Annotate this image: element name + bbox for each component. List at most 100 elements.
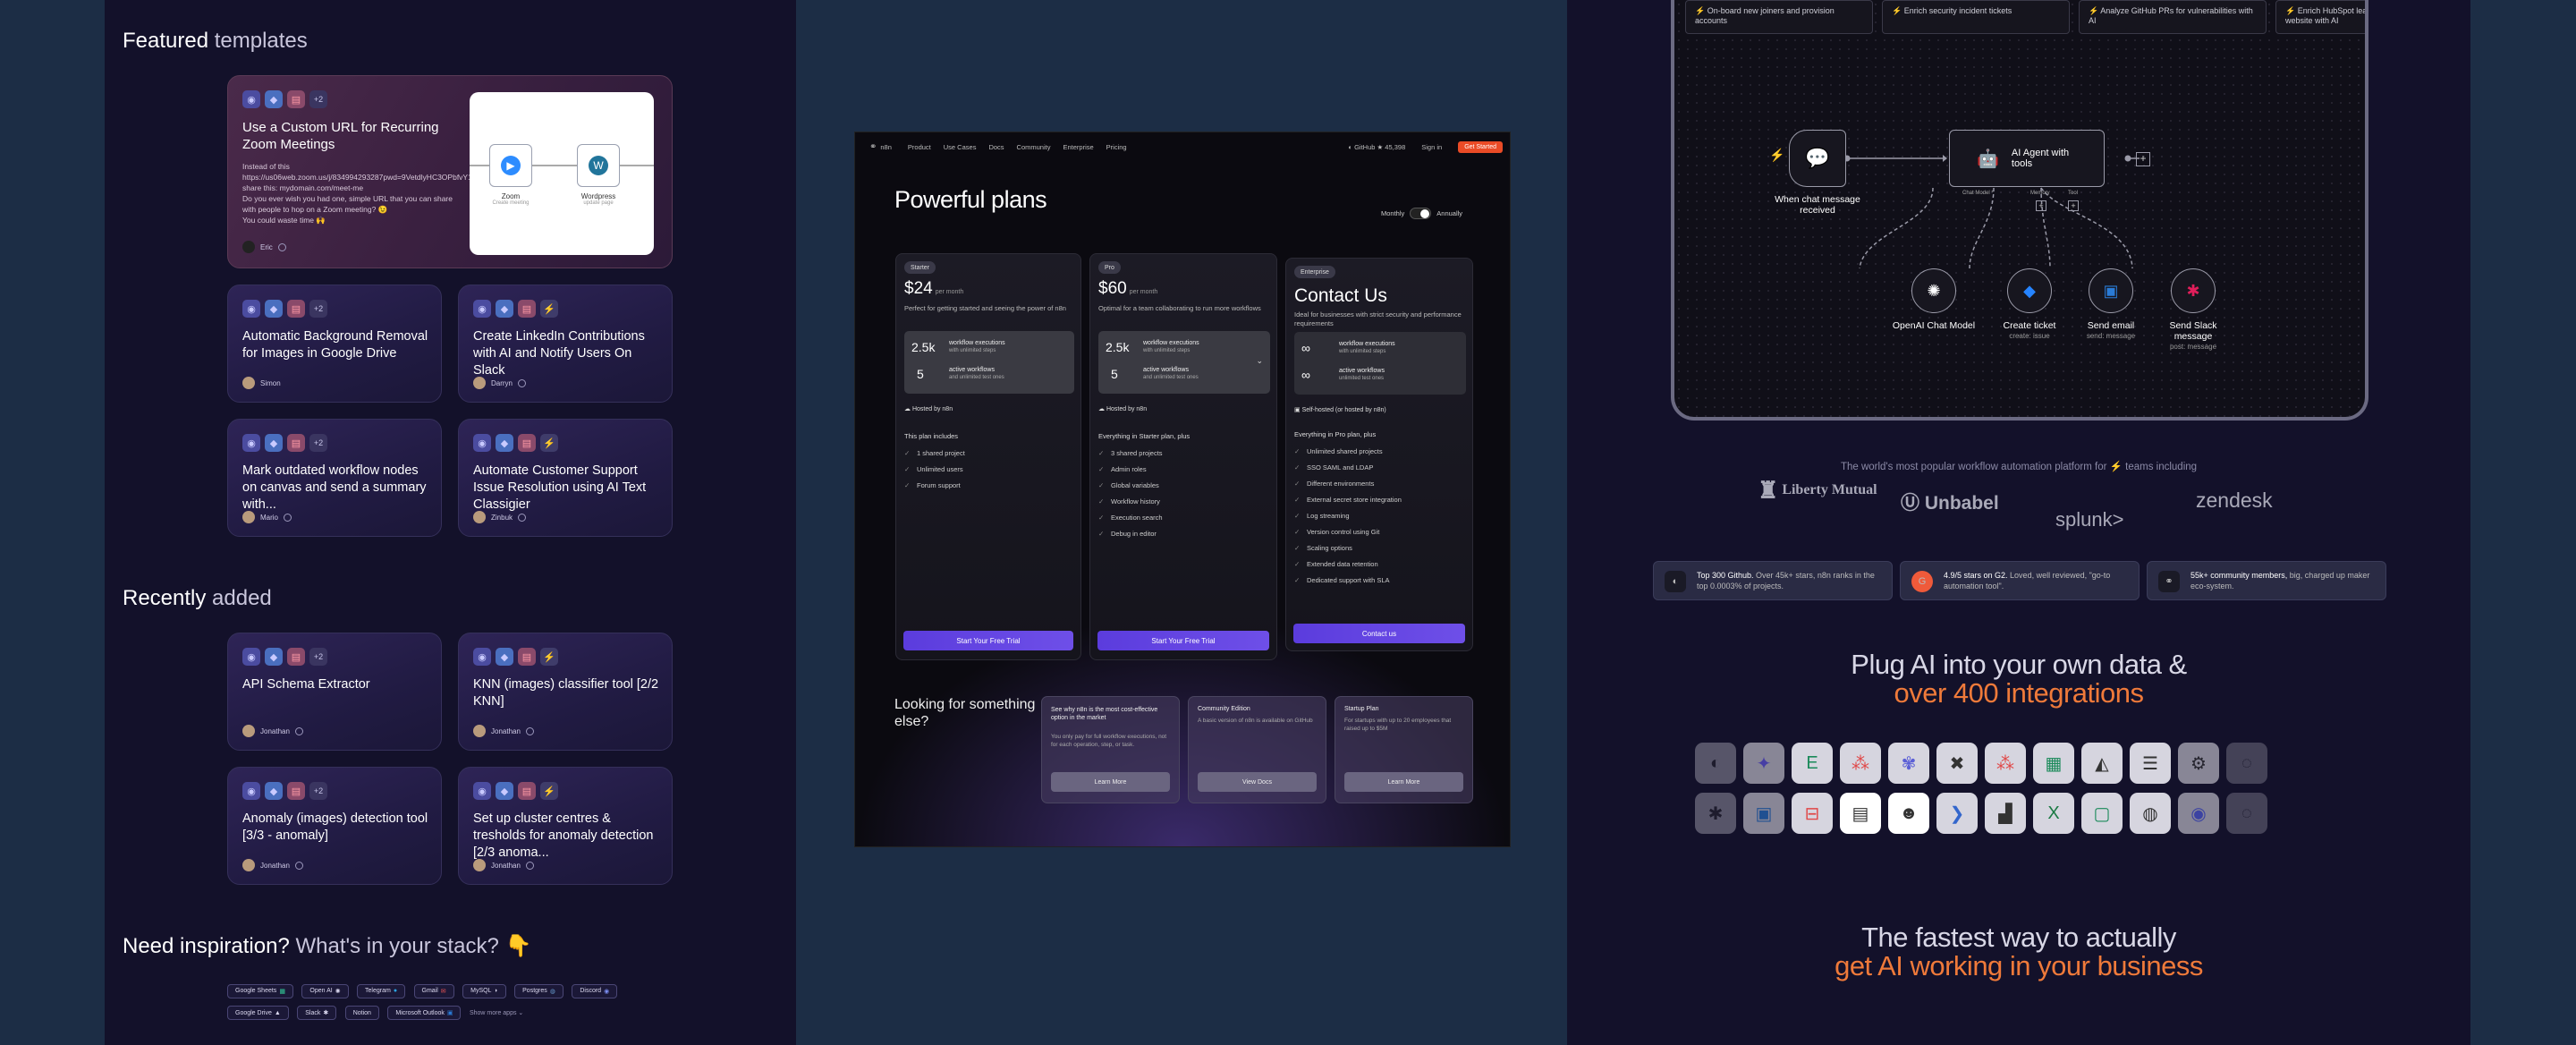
logo-unbabel: Ⓤ Unbabel xyxy=(1901,493,1999,514)
add-memory-icon[interactable]: + xyxy=(2036,200,2046,211)
verified-icon xyxy=(294,726,303,735)
start-trial-button[interactable]: Start Your Free Trial xyxy=(1097,631,1269,650)
app-tag[interactable]: Notion xyxy=(344,1006,379,1020)
template-card[interactable]: ◉ ◆ ▤ +2 Mark outdated workflow nodes on ca… xyxy=(227,419,442,537)
outlook-icon: ▣ xyxy=(446,1010,453,1016)
add-node-icon[interactable]: + xyxy=(2136,152,2150,166)
nav-link-community[interactable]: Community xyxy=(1017,143,1051,151)
plan-feature-list: Everything in Pro plan, plus Unlimited s… xyxy=(1294,427,1402,589)
template-card[interactable]: ◉ ◆ ▤ ⚡ Set up cluster centres & tresholds … xyxy=(458,767,673,885)
card-title: Automatic Background Removal for Images … xyxy=(242,329,428,361)
template-card[interactable]: ◉ ◆ ▤ ⚡ Automate Customer Support Issue Res… xyxy=(458,419,673,537)
database-icon: ▤ xyxy=(287,648,305,666)
github-stars-link[interactable]: ◐ GitHub ★ 45,398 xyxy=(1348,143,1405,151)
sign-in-link[interactable]: Sign in xyxy=(1421,143,1442,151)
learn-more-button[interactable]: Learn More xyxy=(1344,772,1463,792)
view-docs-button[interactable]: View Docs xyxy=(1198,772,1317,792)
avatar xyxy=(242,377,255,389)
app-tag[interactable]: Telegram ● xyxy=(357,983,406,998)
outlook-node[interactable]: ▣ xyxy=(2089,268,2133,313)
asana-icon: ⁂ xyxy=(1985,743,2026,784)
elevenlabs-icon: E xyxy=(1792,743,1833,784)
more-nodes-count: +2 xyxy=(309,90,327,108)
verified-icon xyxy=(518,378,527,387)
n8n-node-icon: ◉ xyxy=(242,300,260,318)
app-tag[interactable]: Google Sheets ▦ xyxy=(227,983,293,998)
template-card[interactable]: ◉ ◆ ▤ +2 Automatic Background Removal for I… xyxy=(227,285,442,403)
plan-quota-box[interactable]: 2.5k workflow executions with unlimited st… xyxy=(1098,331,1270,394)
hosting-label: ☁ Hosted by n8n xyxy=(1098,406,1148,412)
ai-agent-node[interactable]: 🤖 AI Agent with tools xyxy=(1949,130,2105,187)
database-icon: ▤ xyxy=(287,434,305,452)
billing-toggle[interactable]: Monthly Annually xyxy=(1381,208,1462,219)
template-card[interactable]: ◉ ◆ ▤ +2 API Schema Extractor Jonathan xyxy=(227,633,442,751)
plan-description: Perfect for getting started and seeing t… xyxy=(904,304,1066,312)
chevron-down-icon[interactable]: ⌄ xyxy=(1256,356,1263,366)
chat-trigger-node[interactable]: 💬 xyxy=(1789,130,1846,187)
nav-link-enterprise[interactable]: Enterprise xyxy=(1063,143,1093,151)
logo-zendesk: zendesk xyxy=(2196,489,2273,512)
nav-link-use-cases[interactable]: Use Cases xyxy=(944,143,977,151)
alt-card-community: Community Edition A basic version of n8n… xyxy=(1188,696,1326,803)
user-node-icon: ◆ xyxy=(265,648,283,666)
template-card[interactable]: ◉ ◆ ▤ ⚡ Create LinkedIn Contributions with … xyxy=(458,285,673,403)
tool-label: Create ticket create: issue xyxy=(2003,320,2056,340)
card-author: Mario xyxy=(242,511,292,523)
app-tag[interactable]: Discord ◉ xyxy=(572,983,618,998)
contact-us-button[interactable]: Contact us xyxy=(1293,624,1465,643)
tool-label: Send Slack message post: message xyxy=(2169,320,2217,351)
telegram-icon: ● xyxy=(393,988,398,994)
app-tag[interactable]: Microsoft Outlook ▣ xyxy=(387,1006,462,1020)
n8n-logo[interactable]: ⚭ n8n xyxy=(869,142,892,152)
card-title: Create LinkedIn Contributions with AI an… xyxy=(473,329,645,378)
get-started-button[interactable]: Get Started xyxy=(1458,140,1503,153)
show-more-apps-link[interactable]: Show more apps ⌄ xyxy=(470,1010,523,1016)
plan-badge: Pro xyxy=(1098,261,1121,274)
integration-icon: ⊟ xyxy=(1792,793,1833,834)
wordpress-node: W xyxy=(577,144,620,187)
slack-node[interactable]: ✱ xyxy=(2171,268,2216,313)
stack-icon: ☰ xyxy=(2130,743,2171,784)
plan-card-starter: Starter $24 per month Perfect for getting… xyxy=(895,253,1081,660)
lightning-icon: ⚡ xyxy=(540,782,558,800)
slack-icon: ✱ xyxy=(1695,793,1736,834)
chat-trigger-label: When chat message received xyxy=(1775,194,1860,216)
n8n-logo-icon: ⚭ xyxy=(869,141,877,152)
postgres-icon: ◍ xyxy=(2130,793,2171,834)
start-trial-button[interactable]: Start Your Free Trial xyxy=(903,631,1073,650)
learn-more-button[interactable]: Learn More xyxy=(1051,772,1170,792)
zoom-node: ▶ xyxy=(489,144,532,187)
card-title: Anomaly (images) detection tool [3/3 - a… xyxy=(242,811,428,843)
user-node-icon: ◆ xyxy=(265,300,283,318)
user-node-icon: ◆ xyxy=(265,434,283,452)
featured-template-card[interactable]: ◉ ◆ ▤ +2 Use a Custom URL for Recurring … xyxy=(227,75,673,268)
nav-link-product[interactable]: Product xyxy=(908,143,931,151)
openai-model-node[interactable]: ✺ xyxy=(1911,268,1956,313)
user-node-icon: ◆ xyxy=(265,90,283,108)
app-tag[interactable]: Postgres ◍ xyxy=(514,983,564,998)
app-tag[interactable]: Open AI ✺ xyxy=(301,983,349,998)
agent-port-label: Tool xyxy=(2068,191,2079,196)
jira-node[interactable]: ◆ xyxy=(2007,268,2052,313)
server-icon: ▣ xyxy=(1294,407,1301,413)
template-card[interactable]: ◉ ◆ ▤ +2 Anomaly (images) detection tool [3… xyxy=(227,767,442,885)
postgres-icon: ◍ xyxy=(549,988,555,995)
app-tag[interactable]: Google Drive ▲ xyxy=(227,1006,289,1020)
integration-icon: ◭ xyxy=(2081,743,2123,784)
plug-ai-heading: Plug AI into your own data & over 400 in… xyxy=(1851,649,2187,709)
nav-link-pricing[interactable]: Pricing xyxy=(1106,143,1127,151)
app-tag[interactable]: Slack ✱ xyxy=(297,1006,337,1020)
plan-quota-box: ∞ workflow executions with unlimited steps… xyxy=(1294,332,1466,395)
stat-g2: G 4.9/5 stars on G2. Loved, well reviewed… xyxy=(1900,561,2140,600)
app-tag[interactable]: MySQL ◗ xyxy=(462,983,506,998)
template-card[interactable]: ◉ ◆ ▤ ⚡ KNN (images) classifier tool [2/2 K… xyxy=(458,633,673,751)
integration-icon: ❯ xyxy=(1936,793,1978,834)
nav-link-docs[interactable]: Docs xyxy=(988,143,1004,151)
plan-quota-box[interactable]: 2.5k workflow executions with unlimited st… xyxy=(904,331,1074,394)
app-tag[interactable]: Gmail ✉ xyxy=(413,983,454,998)
slack-icon: ✱ xyxy=(2186,281,2200,300)
toggle-switch[interactable] xyxy=(1410,208,1432,219)
add-tool-icon[interactable]: + xyxy=(2068,200,2079,211)
card-author: Jonathan xyxy=(473,725,534,737)
jira-icon: ◆ xyxy=(2023,281,2036,300)
